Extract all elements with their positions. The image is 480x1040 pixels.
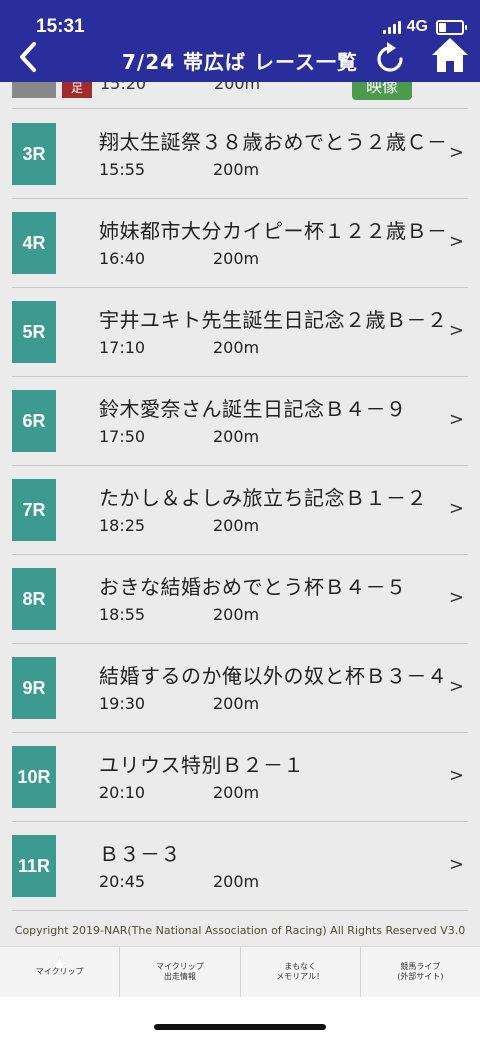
- tab-sublabel: 出走情報: [163, 972, 196, 981]
- race-distance: 200m: [213, 516, 260, 535]
- signal-icon: [382, 20, 401, 34]
- race-number-badge: 10R: [12, 746, 56, 808]
- race-number-badge: 11R: [12, 835, 56, 897]
- status-time: 15:31: [36, 16, 85, 37]
- race-time: 20:10: [99, 783, 146, 802]
- video-button[interactable]: 映像: [352, 82, 412, 100]
- tab-label: 競馬ライブ: [400, 962, 441, 971]
- tab-label: マイクリップ: [155, 962, 204, 971]
- race-number-badge: 3R: [12, 123, 56, 185]
- race-number-badge: 6R: [12, 390, 56, 452]
- race-row[interactable]: 6R 鈴木愛奈さん誕生日記念Ｂ４－９ 17:50 200m >: [12, 377, 468, 466]
- race-row[interactable]: 10R ユリウス特別Ｂ２－１ 20:10 200m >: [12, 733, 468, 822]
- bottom-tab-bar: ★ マイクリップ マイクリップ 出走情報 まもなく メモリアル！ 競馬ライブ (…: [0, 946, 480, 997]
- home-button[interactable]: [430, 36, 470, 74]
- race-name: おきな結婚おめでとう杯Ｂ４－５: [99, 575, 407, 599]
- race-time: 20:45: [99, 872, 146, 891]
- tab-my-clip-entries[interactable]: マイクリップ 出走情報: [120, 947, 241, 997]
- copyright-text: Copyright 2019-NAR(The National Associat…: [14, 924, 466, 937]
- race-row[interactable]: 4R 姉妹都市大分カイピー杯１２２歳Ｂ－ 16:40 200m >: [12, 199, 468, 288]
- race-time: 17:10: [99, 338, 146, 357]
- race-name: 翔太生誕祭３８歳おめでとう２歳Ｃ－: [99, 130, 445, 154]
- divider: [12, 108, 468, 109]
- network-label: 4G: [406, 18, 428, 35]
- chevron-right-icon: >: [448, 409, 464, 430]
- race-row[interactable]: 5R 宇井ユキト先生誕生日記念２歳Ｂ－２ 17:10 200m >: [12, 288, 468, 377]
- tab-label: マイクリップ: [35, 967, 84, 976]
- tab-sublabel: メモリアル！: [276, 972, 325, 981]
- race-time: 15:20: [100, 82, 147, 93]
- race-time: 16:40: [99, 249, 146, 268]
- race-name: 姉妹都市大分カイピー杯１２２歳Ｂ－: [99, 219, 445, 243]
- race-name: 宇井ユキト先生誕生日記念２歳Ｂ－２: [99, 308, 445, 332]
- race-name: ユリウス特別Ｂ２－１: [99, 753, 304, 777]
- race-list: 3R 翔太生誕祭３８歳おめでとう２歳Ｃ－ 15:55 200m > 4R 姉妹都…: [0, 110, 480, 911]
- chevron-right-icon: >: [448, 231, 464, 252]
- tab-memorial[interactable]: まもなく メモリアル！: [241, 947, 361, 997]
- race-number-badge: 7R: [12, 479, 56, 541]
- chevron-right-icon: >: [448, 854, 464, 875]
- race-distance: 200m: [213, 783, 260, 802]
- race-number-badge: 9R: [12, 657, 56, 719]
- race-name: Ｂ３－３: [99, 842, 181, 866]
- race-number-badge: 4R: [12, 212, 56, 274]
- race-number-badge: [12, 82, 56, 98]
- race-name: たかし＆よしみ旅立ち記念Ｂ１－２: [99, 486, 427, 510]
- home-icon: [432, 38, 468, 72]
- reload-icon: [377, 42, 403, 72]
- race-row[interactable]: 11R Ｂ３－３ 20:45 200m >: [12, 822, 468, 911]
- battery-icon: [436, 19, 467, 35]
- race-row[interactable]: 8R おきな結婚おめでとう杯Ｂ４－５ 18:55 200m >: [12, 555, 468, 644]
- safe-area: [0, 997, 480, 1040]
- chevron-right-icon: >: [448, 142, 464, 163]
- race-row[interactable]: 9R 結婚するのか俺以外の奴と杯Ｂ３－４ 19:30 200m >: [12, 644, 468, 733]
- race-row[interactable]: 3R 翔太生誕祭３８歳おめでとう２歳Ｃ－ 15:55 200m >: [12, 110, 468, 199]
- page-title: 7/24 帯広ば レース一覧: [122, 50, 358, 74]
- race-distance: 200m: [213, 694, 260, 713]
- tab-sublabel: (外部サイト): [397, 972, 444, 981]
- race-name: 鈴木愛奈さん誕生日記念Ｂ４－９: [99, 397, 407, 421]
- race-distance: 200m: [213, 160, 260, 179]
- race-distance: 200m: [213, 249, 260, 268]
- race-row-partial[interactable]: 足 15:20 200m 映像: [0, 82, 480, 109]
- reload-button[interactable]: [374, 40, 406, 74]
- chevron-right-icon: >: [448, 320, 464, 341]
- chevron-right-icon: >: [448, 765, 464, 786]
- home-indicator[interactable]: [154, 1024, 326, 1030]
- chevron-right-icon: >: [448, 498, 464, 519]
- race-distance: 200m: [214, 82, 261, 93]
- tab-label: まもなく: [284, 962, 317, 971]
- race-distance: 200m: [213, 427, 260, 446]
- race-distance: 200m: [213, 605, 260, 624]
- tab-live[interactable]: 競馬ライブ (外部サイト): [361, 947, 480, 997]
- status-badge: 足: [62, 82, 92, 98]
- race-distance: 200m: [213, 338, 260, 357]
- race-number-badge: 8R: [12, 568, 56, 630]
- status-indicators: 4G: [382, 18, 467, 36]
- tab-my-clip[interactable]: ★ マイクリップ: [0, 947, 121, 997]
- race-distance: 200m: [213, 872, 260, 891]
- chevron-right-icon: >: [448, 587, 464, 608]
- race-number-badge: 5R: [12, 301, 56, 363]
- race-time: 15:55: [99, 160, 146, 179]
- race-time: 18:25: [99, 516, 146, 535]
- race-time: 19:30: [99, 694, 146, 713]
- race-name: 結婚するのか俺以外の奴と杯Ｂ３－４: [99, 664, 445, 688]
- race-time: 17:50: [99, 427, 146, 446]
- race-row[interactable]: 7R たかし＆よしみ旅立ち記念Ｂ１－２ 18:25 200m >: [12, 466, 468, 555]
- app-header: 15:31 4G 7/24 帯広ば レース一覧: [0, 0, 480, 82]
- chevron-right-icon: >: [448, 676, 464, 697]
- race-time: 18:55: [99, 605, 146, 624]
